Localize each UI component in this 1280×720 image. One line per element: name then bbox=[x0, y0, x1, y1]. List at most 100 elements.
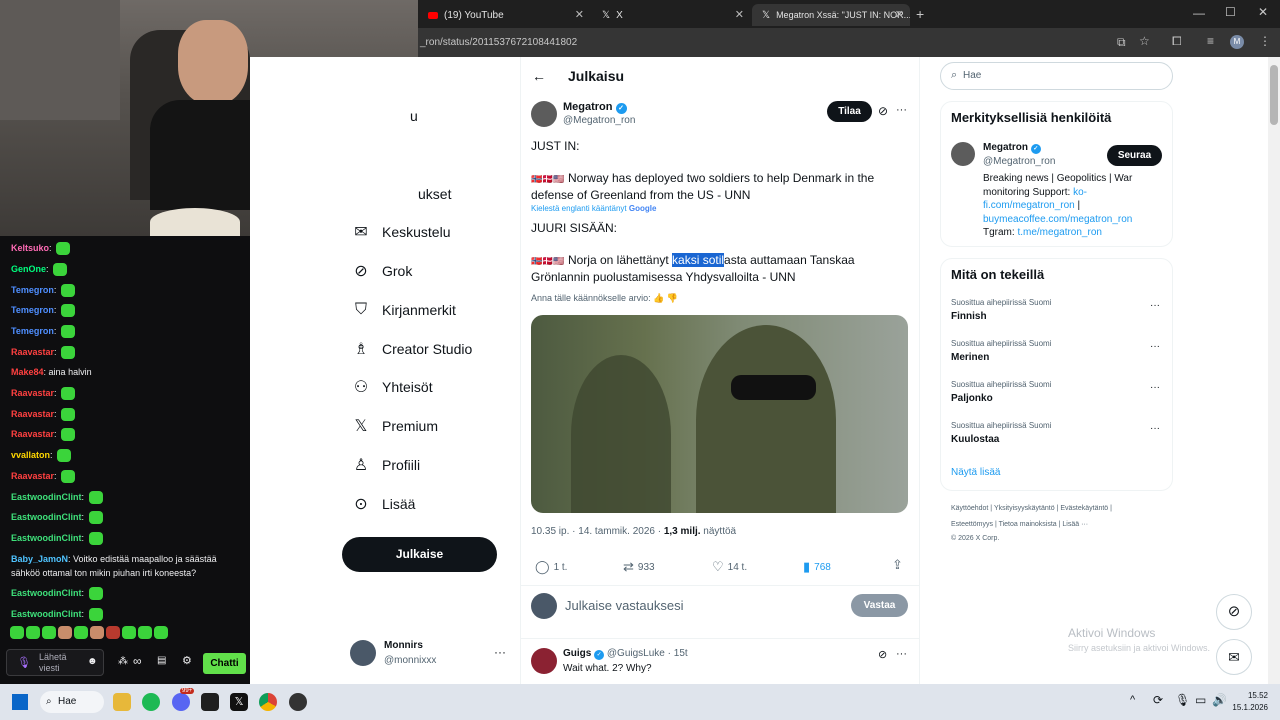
close-tab-icon[interactable]: ✕ bbox=[575, 8, 584, 21]
chat-username[interactable]: Raavastar bbox=[11, 471, 54, 481]
trend-name[interactable]: Merinen bbox=[951, 352, 989, 363]
install-app-icon[interactable]: ⧉ bbox=[1117, 35, 1126, 50]
chat-username[interactable]: Raavastar bbox=[11, 388, 54, 398]
repost-action[interactable]: ⇄ 933 bbox=[623, 559, 655, 575]
chrome-icon[interactable] bbox=[259, 693, 277, 711]
chat-username[interactable]: Temegron bbox=[11, 326, 54, 336]
account-avatar[interactable] bbox=[350, 640, 376, 666]
discord-icon[interactable] bbox=[172, 693, 190, 711]
chat-username[interactable]: EastwoodinClint bbox=[11, 492, 82, 502]
suggested-name-row[interactable]: Megatron ✓ bbox=[983, 142, 1041, 154]
chat-username[interactable]: Baby_JamoN bbox=[11, 554, 68, 564]
trend-more-icon[interactable]: ··· bbox=[1150, 382, 1160, 393]
nav-item-communities[interactable]: ⚇ Yhteisöt bbox=[350, 372, 433, 402]
nav-item-premium[interactable]: 𝕏 Premium bbox=[350, 411, 438, 441]
bio-link-buymeacoffee[interactable]: buymeacoffee.com/megatron_ron bbox=[983, 214, 1132, 225]
grok-floating-icon[interactable]: ⊘ bbox=[1216, 594, 1252, 630]
footer-links-2[interactable]: Esteettömyys | Tietoa mainoksista | Lisä… bbox=[951, 521, 1088, 528]
nvidia-icon[interactable] bbox=[201, 693, 219, 711]
taskbar-time[interactable]: 15.52 bbox=[1234, 691, 1268, 700]
chat-username[interactable]: EastwoodinClint bbox=[11, 588, 82, 598]
account-menu-icon[interactable]: ··· bbox=[494, 645, 506, 659]
nav-item-more[interactable]: ⊙ Lisää bbox=[350, 489, 415, 519]
tray-speaker-icon[interactable]: 🔊 bbox=[1212, 693, 1227, 707]
trend-more-icon[interactable]: ··· bbox=[1150, 423, 1160, 434]
nav-item-chat[interactable]: ✉ Keskustelu bbox=[350, 217, 450, 247]
reply-header[interactable]: Guigs ✓ @GuigsLuke · 15t bbox=[563, 648, 688, 660]
account-name[interactable]: Monnirs bbox=[384, 640, 423, 651]
show-more-link[interactable]: Näytä lisää bbox=[951, 467, 1000, 478]
reply-action[interactable]: ◯ 1 t. bbox=[535, 559, 567, 575]
channel-points-icon[interactable]: ⁂ bbox=[118, 656, 128, 667]
scrollbar[interactable] bbox=[1268, 57, 1280, 684]
share-icon[interactable]: ⇪ bbox=[892, 557, 903, 573]
url-field[interactable]: _ron/status/2011537672108441802 bbox=[420, 33, 1130, 53]
footer-links-1[interactable]: Käyttöehdot | Yksityisyyskäytäntö | Eväs… bbox=[951, 505, 1112, 512]
emoji-icon[interactable]: ☻ bbox=[87, 656, 98, 667]
file-explorer-icon[interactable] bbox=[113, 693, 131, 711]
bio-link-telegram[interactable]: t.me/megatron_ron bbox=[1017, 227, 1102, 238]
tray-monitor-icon[interactable]: ▭ bbox=[1195, 693, 1206, 707]
spotify-icon[interactable] bbox=[142, 693, 160, 711]
chat-username[interactable]: GenOne bbox=[11, 264, 46, 274]
post-button[interactable]: Julkaise bbox=[342, 537, 497, 572]
tray-microphone-icon[interactable]: 🎙 bbox=[1175, 693, 1190, 707]
chat-username[interactable]: Make84 bbox=[11, 367, 44, 377]
tray-sync-icon[interactable]: ⟳ bbox=[1153, 693, 1163, 707]
windows-start-icon[interactable] bbox=[12, 694, 28, 710]
menu-icon[interactable]: ⋮ bbox=[1259, 34, 1271, 48]
grok-icon[interactable]: ⊘ bbox=[878, 648, 887, 661]
search-input[interactable]: ⌕ Hae bbox=[940, 62, 1173, 90]
nav-item-creator-studio[interactable]: ♗ Creator Studio bbox=[350, 334, 472, 364]
taskbar-search[interactable]: ⌕ Hae bbox=[40, 691, 104, 713]
close-window-button[interactable]: ✕ bbox=[1258, 5, 1268, 19]
obs-icon[interactable] bbox=[289, 693, 307, 711]
new-tab-button[interactable]: + bbox=[916, 6, 924, 22]
nav-item-bookmarks[interactable]: ⛉ Kirjanmerkit bbox=[350, 295, 456, 325]
taskbar-date[interactable]: 15.1.2026 bbox=[1230, 703, 1268, 712]
tab-x[interactable]: 𝕏 X ✕ bbox=[592, 4, 750, 26]
subscribe-button[interactable]: Tilaa bbox=[827, 101, 872, 122]
trend-name[interactable]: Paljonko bbox=[951, 393, 993, 404]
reply-button[interactable]: Vastaa bbox=[851, 594, 908, 617]
nav-item-grok[interactable]: ⊘ Grok bbox=[350, 256, 412, 286]
settings-gear-icon[interactable]: ⚙ bbox=[182, 654, 192, 667]
chat-username[interactable]: vvallaton bbox=[11, 450, 50, 460]
follow-button[interactable]: Seuraa bbox=[1107, 145, 1162, 166]
reply-input[interactable]: Julkaise vastauksesi bbox=[565, 598, 684, 613]
close-tab-icon[interactable]: ✕ bbox=[735, 8, 744, 21]
reply-avatar[interactable] bbox=[531, 648, 557, 674]
tray-chevron-icon[interactable]: ^ bbox=[1130, 694, 1135, 706]
chat-username[interactable]: Raavastar bbox=[11, 429, 54, 439]
trend-more-icon[interactable]: ··· bbox=[1150, 300, 1160, 311]
like-action[interactable]: ♡ 14 t. bbox=[712, 559, 747, 575]
bookmark-action[interactable]: ▮ 768 bbox=[803, 559, 831, 575]
microphone-icon[interactable]: 🎙 bbox=[17, 656, 31, 669]
chat-username[interactable]: Temegron bbox=[11, 285, 54, 295]
tab-megatron-post[interactable]: 𝕏 Megatron Xssä: "JUST IN: NOR... ✕ bbox=[752, 4, 910, 26]
close-tab-icon[interactable]: ✕ bbox=[895, 8, 904, 21]
chat-input[interactable]: 🎙 Lähetä viesti ☻ bbox=[6, 649, 104, 676]
nav-item-profile[interactable]: ♙ Profiili bbox=[350, 450, 420, 480]
nav-item-notifications-partial[interactable]: ukset bbox=[418, 179, 451, 209]
minimize-button[interactable]: — bbox=[1193, 6, 1205, 20]
scrollbar-thumb[interactable] bbox=[1270, 65, 1278, 125]
nav-item-home-partial[interactable]: u bbox=[410, 101, 418, 131]
chat-send-button[interactable]: Chatti bbox=[203, 653, 246, 674]
grok-icon[interactable]: ⊘ bbox=[878, 104, 888, 118]
tab-youtube[interactable]: (19) YouTube ✕ bbox=[418, 4, 590, 26]
chat-username[interactable]: Raavastar bbox=[11, 409, 54, 419]
store-icon[interactable]: ▤ bbox=[157, 655, 166, 666]
chat-username[interactable]: EastwoodinClint bbox=[11, 533, 82, 543]
maximize-button[interactable]: ☐ bbox=[1225, 5, 1236, 19]
media-icon[interactable]: ≡ bbox=[1207, 34, 1214, 48]
author-name-row[interactable]: Megatron ✓ bbox=[563, 101, 627, 114]
bookmark-star-icon[interactable]: ☆ bbox=[1139, 34, 1150, 48]
profile-avatar[interactable]: M bbox=[1230, 35, 1244, 49]
trend-more-icon[interactable]: ··· bbox=[1150, 341, 1160, 352]
chat-username[interactable]: Temegron bbox=[11, 305, 54, 315]
post-image[interactable] bbox=[531, 315, 908, 513]
chat-username[interactable]: EastwoodinClint bbox=[11, 609, 82, 619]
more-options-icon[interactable]: ··· bbox=[896, 648, 907, 660]
chat-username[interactable]: Keltsuko bbox=[11, 243, 49, 253]
